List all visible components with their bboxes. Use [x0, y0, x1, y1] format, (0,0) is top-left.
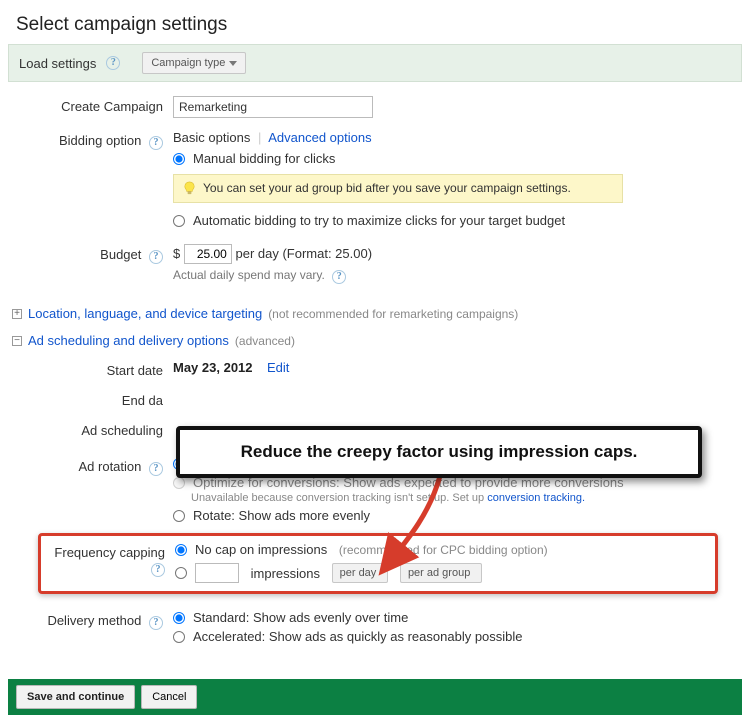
per-ad-group-dropdown[interactable]: per ad group [400, 563, 482, 583]
help-icon[interactable]: ? [151, 563, 165, 577]
no-cap-radio[interactable] [175, 544, 187, 556]
budget-hint: Actual daily spend may vary. [173, 268, 325, 282]
manual-bidding-label: Manual bidding for clicks [193, 151, 335, 166]
conversion-unavailable-text: Unavailable because conversion tracking … [191, 492, 487, 504]
per-ad-group-dropdown-label: per ad group [408, 567, 470, 579]
impressions-count-input[interactable] [195, 563, 239, 583]
help-icon[interactable]: ? [332, 270, 346, 284]
help-icon[interactable]: ? [149, 136, 163, 150]
ad-scheduling-section-toggle[interactable]: − Ad scheduling and delivery options (ad… [12, 333, 738, 348]
cancel-button[interactable]: Cancel [141, 685, 197, 709]
separator: | [258, 130, 261, 145]
manual-bidding-radio[interactable] [173, 153, 185, 165]
accelerated-delivery-label: Accelerated: Show ads as quickly as reas… [193, 629, 523, 644]
ad-scheduling-section-note: (advanced) [235, 334, 295, 348]
campaign-type-dropdown-label: Campaign type [151, 57, 225, 69]
help-icon[interactable]: ? [149, 462, 163, 476]
per-day-dropdown[interactable]: per day [332, 563, 389, 583]
start-date-value: May 23, 2012 [173, 360, 253, 375]
bidding-option-label: Bidding option [59, 133, 141, 148]
save-and-continue-button[interactable]: Save and continue [16, 685, 135, 709]
annotation-callout: Reduce the creepy factor using impressio… [176, 426, 702, 478]
no-cap-label: No cap on impressions [195, 542, 327, 557]
impressions-word: impressions [251, 566, 320, 581]
start-date-label: Start date [8, 360, 173, 378]
ad-scheduling-label: Ad scheduling [8, 420, 173, 438]
lightbulb-icon [182, 181, 197, 196]
impressions-cap-radio[interactable] [175, 567, 187, 579]
rotate-evenly-radio[interactable] [173, 510, 185, 522]
expand-icon: + [12, 309, 22, 319]
bidding-tip-text: You can set your ad group bid after you … [203, 181, 571, 195]
advanced-options-link[interactable]: Advanced options [268, 130, 371, 145]
basic-options-tab[interactable]: Basic options [173, 130, 250, 145]
load-settings-label: Load settings [19, 56, 96, 71]
per-day-dropdown-label: per day [340, 567, 377, 579]
ad-scheduling-section-label: Ad scheduling and delivery options [28, 333, 229, 348]
end-date-label: End da [8, 390, 173, 408]
campaign-name-input[interactable] [173, 96, 373, 118]
automatic-bidding-radio[interactable] [173, 215, 185, 227]
delivery-method-label: Delivery method [47, 613, 141, 628]
bidding-tip-box: You can set your ad group bid after you … [173, 174, 623, 203]
accelerated-delivery-radio[interactable] [173, 631, 185, 643]
standard-delivery-radio[interactable] [173, 612, 185, 624]
create-campaign-label: Create Campaign [8, 96, 173, 114]
collapse-icon: − [12, 336, 22, 346]
frequency-capping-label: Frequency capping [54, 545, 165, 560]
location-language-note: (not recommended for remarketing campaig… [268, 307, 518, 321]
conversion-tracking-link[interactable]: conversion tracking. [487, 492, 585, 504]
footer-action-bar: Save and continue Cancel [8, 679, 742, 715]
load-settings-bar: Load settings ? Campaign type [8, 44, 742, 82]
frequency-capping-highlight: Frequency capping ? No cap on impression… [38, 533, 718, 594]
automatic-bidding-label: Automatic bidding to try to maximize cli… [193, 213, 565, 228]
help-icon[interactable]: ? [149, 616, 163, 630]
help-icon[interactable]: ? [149, 250, 163, 264]
currency-symbol: $ [173, 246, 180, 261]
campaign-type-dropdown[interactable]: Campaign type [142, 52, 246, 74]
page-title: Select campaign settings [0, 0, 750, 44]
location-language-label: Location, language, and device targeting [28, 306, 262, 321]
budget-suffix: per day (Format: 25.00) [235, 246, 372, 261]
optimize-conversions-radio [173, 477, 185, 489]
help-icon[interactable]: ? [106, 56, 120, 70]
rotate-evenly-label: Rotate: Show ads more evenly [193, 508, 370, 523]
no-cap-note: (recommended for CPC bidding option) [339, 543, 548, 557]
edit-start-date-link[interactable]: Edit [267, 360, 289, 375]
location-language-section-toggle[interactable]: + Location, language, and device targeti… [12, 306, 738, 321]
standard-delivery-label: Standard: Show ads evenly over time [193, 610, 408, 625]
chevron-down-icon [229, 61, 237, 66]
ad-rotation-label: Ad rotation [79, 459, 142, 474]
budget-label: Budget [100, 247, 141, 262]
budget-input[interactable] [184, 244, 232, 264]
